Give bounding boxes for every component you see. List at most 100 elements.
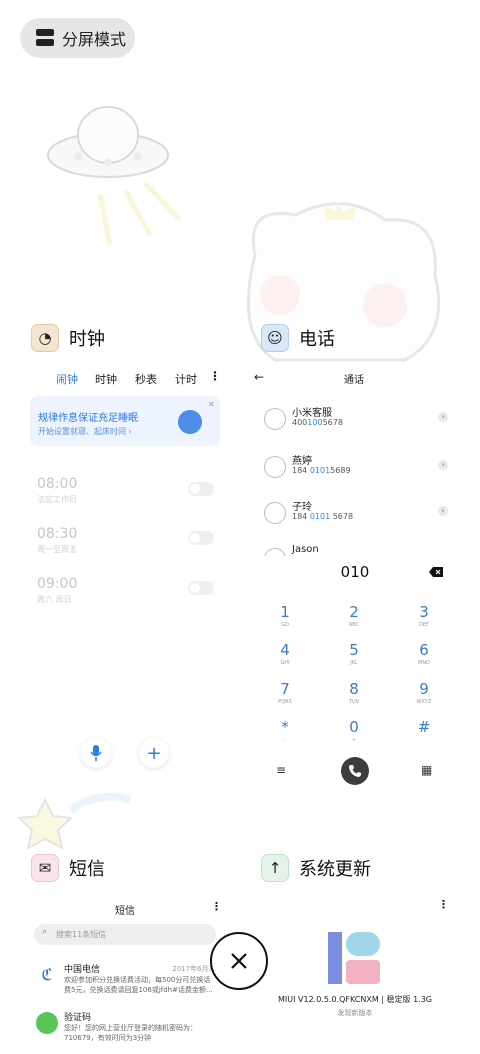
dial-key[interactable]: 1 GD (265, 603, 305, 628)
alarm-toggle[interactable] (188, 482, 214, 496)
sms-app-title: 短信 (69, 859, 105, 880)
dial-key[interactable]: 2 ABC (334, 603, 374, 628)
dial-key[interactable]: 0 + (334, 718, 374, 743)
alarm-time: 08:30 (37, 526, 78, 542)
contact-row[interactable]: Jason (262, 544, 452, 556)
clock-app-icon: ◔ (31, 324, 59, 352)
alarm-toggle[interactable] (188, 531, 214, 545)
dial-key[interactable]: # (404, 718, 444, 737)
split-screen-mode-button[interactable]: 分屏模式 (20, 18, 135, 58)
dial-key[interactable]: 6 MNO (404, 641, 444, 666)
dial-key-letters: GD (281, 622, 289, 628)
dial-key-letters: MNO (418, 660, 430, 666)
dial-key-digit: 7 (280, 680, 290, 698)
alarm-repeat: 周六 周日 (37, 595, 72, 604)
avatar (264, 502, 286, 524)
dial-key-letters: , (284, 737, 286, 743)
alarm-time: 08:00 (37, 476, 78, 492)
alarm-item[interactable]: 08:00 法定工作日 (37, 476, 77, 505)
close-icon[interactable]: ✕ (208, 400, 215, 409)
sms-search-input[interactable]: ⌕ 搜索11条短信 (34, 924, 216, 945)
contact-number: 4001005678 (292, 418, 343, 427)
more-vertical-icon[interactable]: ⋮ (438, 898, 449, 911)
close-icon (231, 953, 247, 969)
dial-key[interactable]: 4 GHI (265, 641, 305, 666)
dial-key[interactable]: 3 DEF (404, 603, 444, 628)
contact-name: 小米客服 (292, 408, 332, 419)
dial-key-letters: TUV (348, 699, 360, 705)
dial-key-digit: 3 (419, 603, 429, 621)
sleep-banner-title: 规律作息保证充足睡眠 (38, 413, 138, 424)
plus-icon: + (146, 742, 162, 764)
moon-icon (178, 410, 202, 434)
microphone-icon (90, 745, 102, 761)
dial-key[interactable]: *, (265, 718, 305, 743)
dial-key-letters: PQRS (278, 699, 292, 705)
split-screen-label: 分屏模式 (62, 30, 127, 49)
dial-key[interactable]: 5 JKL (334, 641, 374, 666)
tab-timer[interactable]: 计时 (175, 371, 197, 387)
phone-app-header[interactable]: ☺ 电话 (261, 324, 335, 352)
sender-name: 验证码 (64, 1013, 92, 1023)
dial-input[interactable]: 010 (325, 563, 385, 581)
contact-row[interactable]: 燕婷 184 01015689 › (262, 452, 452, 484)
contact-number: 184 0101 5678 (292, 512, 354, 521)
close-recents-button[interactable] (210, 932, 268, 990)
sms-app-icon: ✉ (31, 854, 59, 882)
sleep-banner[interactable]: 规律作息保证充足睡眠 开始设置就寝、起床时间 › ✕ (30, 396, 220, 446)
message-preview: 您好！您的网上营业厅登录的随机密码为：710679，有效时间为3分钟 (64, 1024, 197, 1042)
sms-app-header[interactable]: ✉ 短信 (31, 854, 105, 882)
message-icon (36, 1012, 58, 1034)
chevron-right-icon[interactable]: › (438, 506, 448, 516)
call-button[interactable] (341, 757, 369, 785)
tab-stopwatch[interactable]: 秒表 (135, 371, 157, 387)
alarm-item[interactable]: 08:30 周一至周五 (37, 526, 77, 555)
add-alarm-button[interactable]: + (139, 738, 169, 768)
search-placeholder: 搜索11条短信 (56, 930, 107, 939)
clock-app-title: 时钟 (69, 329, 105, 350)
miui-12-logo-icon (328, 932, 380, 984)
alarm-time: 09:00 (37, 576, 78, 592)
dialpad-toggle-icon[interactable]: ▦ (421, 763, 432, 777)
dial-key-letters: DEF (419, 622, 429, 628)
tab-clock[interactable]: 时钟 (95, 371, 117, 387)
dial-key-digit: 6 (419, 641, 429, 659)
alarm-item[interactable]: 09:00 周六 周日 (37, 576, 77, 605)
avatar (264, 456, 286, 478)
sleep-banner-subtitle: 开始设置就寝、起床时间 › (38, 427, 132, 436)
more-vertical-icon[interactable]: ⋮ (211, 900, 222, 913)
chevron-right-icon[interactable]: › (438, 412, 448, 422)
tab-alarm[interactable]: 闹钟 (56, 371, 78, 387)
update-subtitle: 发现新版本 (337, 1009, 373, 1017)
dial-key-digit: 2 (349, 603, 359, 621)
contact-row[interactable]: 子玲 184 0101 5678 › (262, 498, 452, 530)
dial-key-letters: + (351, 737, 357, 743)
list-item[interactable]: 验证码 您好！您的网上营业厅登录的随机密码为：710679，有效时间为3分钟 (36, 1010, 221, 1054)
alarm-toggle[interactable] (188, 581, 214, 595)
back-arrow-icon[interactable]: ← (254, 370, 264, 384)
menu-icon[interactable]: ≡ (276, 763, 286, 777)
dial-key[interactable]: 9 WXYZ (404, 680, 444, 705)
dial-key-digit: 0 (349, 718, 359, 736)
phone-icon (349, 765, 361, 777)
contact-name: Jason (292, 544, 319, 555)
list-item[interactable]: ℭ 中国电信 2017年6月3 欢迎参加积分兑换话费活动，每500分可兑换话费5… (36, 962, 221, 1006)
voice-alarm-button[interactable] (81, 738, 111, 768)
dial-key[interactable]: 7 PQRS (265, 680, 305, 705)
update-app-header[interactable]: ↑ 系统更新 (261, 854, 371, 882)
clock-app-header[interactable]: ◔ 时钟 (31, 324, 105, 352)
backspace-icon[interactable] (429, 567, 443, 577)
more-vertical-icon[interactable]: ⋮ (209, 369, 221, 383)
contact-number: 184 01015689 (292, 466, 351, 475)
sender-name: 中国电信 (64, 965, 101, 975)
contact-row[interactable]: 小米客服 4001005678 › (262, 404, 452, 436)
avatar (264, 408, 286, 430)
chevron-right-icon[interactable]: › (438, 460, 448, 470)
dial-key[interactable]: 8 TUV (334, 680, 374, 705)
phone-app-icon: ☺ (261, 324, 289, 352)
dial-key-digit: 8 (349, 680, 359, 698)
alarm-repeat: 法定工作日 (37, 495, 77, 504)
dial-key-digit: # (417, 718, 431, 736)
dial-key-digit: 4 (280, 641, 290, 659)
china-telecom-icon: ℭ (36, 964, 58, 986)
